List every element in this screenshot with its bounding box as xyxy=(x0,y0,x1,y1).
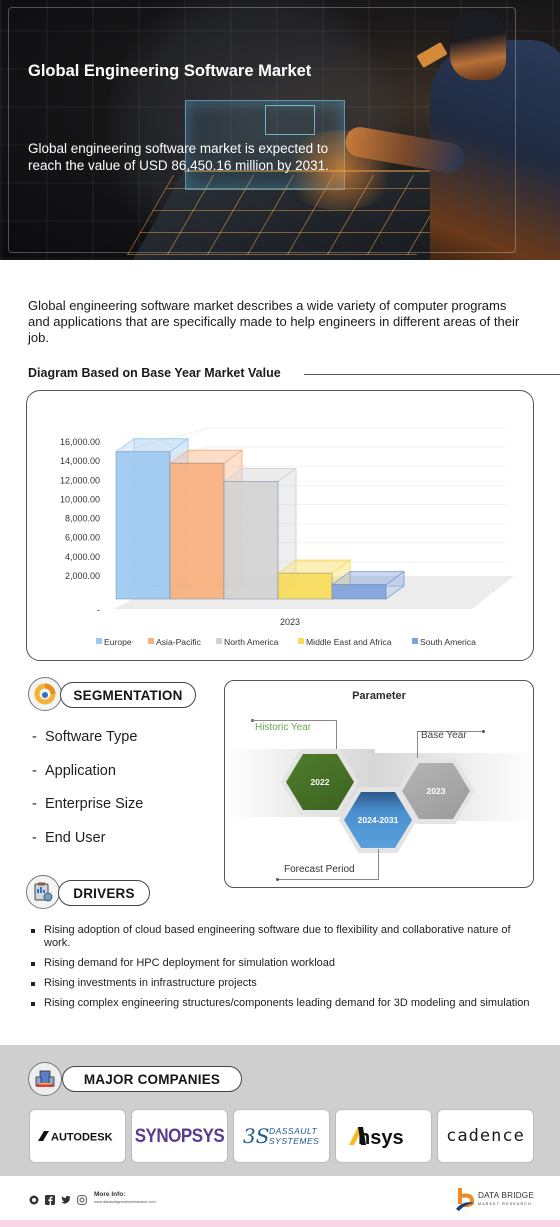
y-tick-label: 4,000.00 xyxy=(65,552,100,562)
drivers-icon xyxy=(26,875,60,909)
base-connector-drop xyxy=(417,731,418,759)
footer-accent-bar xyxy=(0,1220,560,1227)
segmentation-item: - End User xyxy=(32,829,106,846)
forecast-connector-dot xyxy=(276,878,279,881)
segmentation-item: - Software Type xyxy=(32,729,138,745)
dassault-systemes-logo: 3S DASSAULT SYSTEMES xyxy=(243,1124,319,1148)
clipboard-chart-icon xyxy=(34,882,53,902)
diagram-title: Diagram Based on Base Year Market Value xyxy=(28,366,281,380)
hero-subtitle: Global engineering software market is ex… xyxy=(28,141,329,173)
synopsys-logo: SYNOPSYS xyxy=(134,1124,225,1147)
historic-connector-line xyxy=(252,720,337,721)
driver-item: Rising adoption of cloud based engineeri… xyxy=(30,924,530,950)
historic-connector-drop xyxy=(336,720,337,750)
y-tick-label: 14,000.00 xyxy=(60,456,100,466)
y-tick-label: 2,000.00 xyxy=(65,571,100,581)
svg-text:DASSAULT: DASSAULT xyxy=(269,1126,318,1136)
legend-label: South America xyxy=(420,637,476,647)
diagram-title-rule xyxy=(304,374,560,375)
legend-swatch xyxy=(148,638,154,644)
companies-header: MAJOR COMPANIES xyxy=(62,1066,242,1092)
legend-swatch xyxy=(298,638,304,644)
cadence-logo: cadence xyxy=(446,1126,525,1146)
bar-south-america xyxy=(331,584,387,600)
legend-swatch xyxy=(216,638,222,644)
svg-text:nsys: nsys xyxy=(358,1127,404,1149)
ansys-logo: nsys xyxy=(348,1127,404,1149)
pie-chart-icon xyxy=(34,683,56,705)
segmentation-header: SEGMENTATION xyxy=(60,682,196,708)
autodesk-logo: AUTODESK xyxy=(37,1131,113,1144)
svg-text:3S: 3S xyxy=(243,1124,269,1148)
y-tick-label: 12,000.00 xyxy=(60,475,100,485)
company-logo-autodesk[interactable]: AUTODESK xyxy=(29,1109,126,1163)
companies-icon xyxy=(28,1062,62,1096)
office-building-icon xyxy=(35,1070,55,1087)
segmentation-list: - Software Type - Application - Enterprise … xyxy=(32,726,143,860)
company-logo-synopsys[interactable]: SYNOPSYS xyxy=(131,1109,228,1163)
legend-label: North America xyxy=(224,637,279,647)
legend-label: Asia-Pacific xyxy=(156,637,202,647)
legend-swatch xyxy=(96,638,102,644)
forecast-connector-drop xyxy=(378,849,379,879)
y-tick-label: 8,000.00 xyxy=(65,514,100,524)
x-category-label: 2023 xyxy=(280,617,300,627)
legend-label: Europe xyxy=(104,637,132,647)
base-connector-dot xyxy=(482,730,485,733)
twitter-icon[interactable] xyxy=(61,1195,71,1205)
parameter-title: Parameter xyxy=(352,690,406,702)
driver-item: Rising complex engineering structures/co… xyxy=(30,997,530,1010)
company-logo-cadence[interactable]: cadence xyxy=(437,1109,534,1163)
forecast-period-label: Forecast Period xyxy=(284,864,355,875)
intro-paragraph: Global engineering software market descr… xyxy=(28,298,520,345)
website-link[interactable]: www.databridgemarketresearch.com xyxy=(94,1200,156,1204)
company-logo-dassault[interactable]: 3S DASSAULT SYSTEMES xyxy=(233,1109,330,1163)
whatsapp-icon[interactable] xyxy=(29,1195,39,1205)
base-year-label: Base Year xyxy=(421,730,467,741)
bar-middle-east-and-africa xyxy=(277,572,333,600)
legend-label: Middle East and Africa xyxy=(306,637,392,647)
forecast-connector-line xyxy=(277,879,379,880)
segmentation-item: - Application xyxy=(32,762,116,779)
parameter-card: Parameter Historic Year Base Year 2022 2… xyxy=(224,680,534,888)
drivers-list: Rising adoption of cloud based engineeri… xyxy=(30,924,530,1017)
y-tick-label: 16,000.00 xyxy=(60,437,100,447)
page-title: Global Engineering Software Market xyxy=(28,62,312,80)
drivers-header: DRIVERS xyxy=(58,880,150,906)
bar-north-america xyxy=(223,480,279,600)
brand-tagline: MARKET RESEARCH xyxy=(478,1202,532,1206)
segmentation-icon xyxy=(28,677,62,711)
company-logo-ansys[interactable]: nsys xyxy=(335,1109,432,1163)
data-bridge-logo-mark xyxy=(456,1188,475,1211)
more-info-label: More Info: xyxy=(94,1191,126,1198)
brand-name: DATA BRIDGE xyxy=(478,1191,535,1200)
y-tick-label: - xyxy=(97,605,100,615)
svg-text:AUTODESK: AUTODESK xyxy=(51,1132,113,1144)
driver-item: Rising investments in infrastructure pro… xyxy=(30,977,530,990)
y-tick-label: 10,000.00 xyxy=(60,494,100,504)
instagram-icon[interactable] xyxy=(77,1195,87,1205)
driver-item: Rising demand for HPC deployment for sim… xyxy=(30,957,530,970)
segmentation-item: - Enterprise Size xyxy=(32,796,144,812)
hero-banner xyxy=(0,0,560,260)
market-value-chart: - 2,000.00 4,000.00 6,000.00 8,000.00 10,000.… xyxy=(60,427,514,647)
legend-swatch xyxy=(412,638,418,644)
y-tick-label: 6,000.00 xyxy=(65,533,100,543)
historic-year-label: Historic Year xyxy=(255,722,312,733)
data-bridge-logo xyxy=(455,1186,477,1217)
bar-asia-pacific xyxy=(169,462,225,600)
facebook-icon[interactable] xyxy=(45,1195,55,1205)
bar-europe xyxy=(115,451,171,600)
hero-frame xyxy=(8,7,516,253)
svg-text:SYSTEMES: SYSTEMES xyxy=(269,1136,319,1146)
